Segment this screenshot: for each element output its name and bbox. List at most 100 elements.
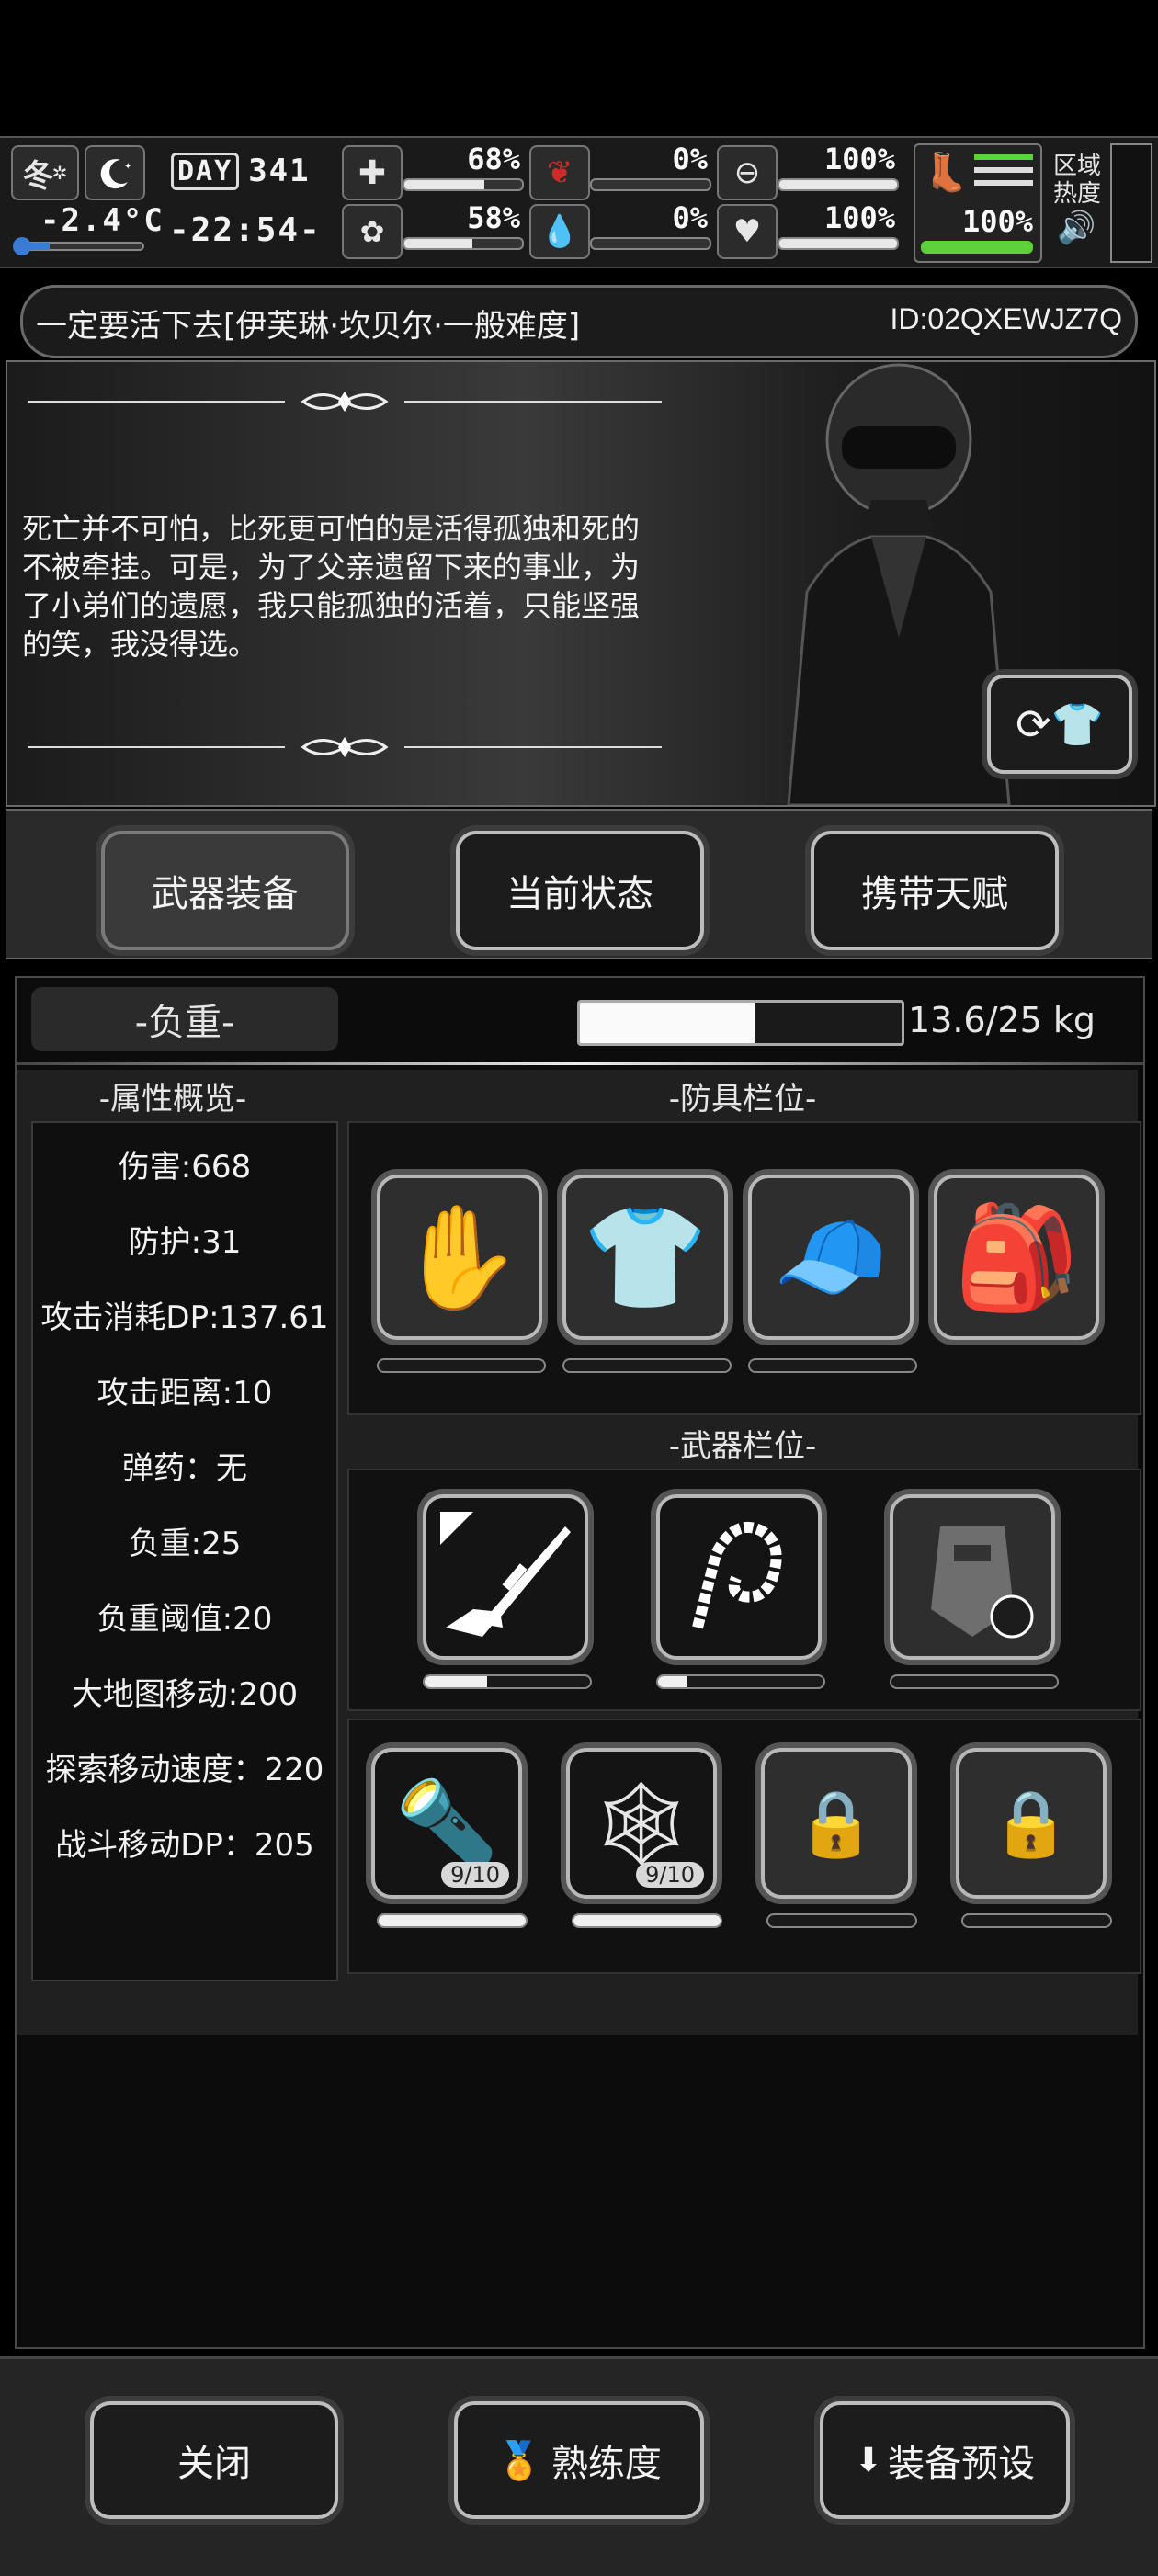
status-hud: 冬 ✲ ✦ -2.4°C DAY 341 -22:54- ✚ 68% ❦ 0% … [0,136,1158,268]
attributes-list: 伤害:668 防护:31 攻击消耗DP:137.61 攻击距离:10 弹药：无 … [31,1121,338,1981]
health-bar [403,178,524,191]
armor-slot-hat[interactable]: 🧢 [748,1175,914,1340]
change-outfit-button[interactable]: ⟳👕 [987,675,1132,774]
armor-slot-gloves[interactable]: ✋ [377,1175,542,1340]
heart-bar [778,237,899,250]
attr-explore-speed: 探索移动速度：220 [45,1752,324,1788]
proficiency-icon: 🏅 [496,2439,542,2482]
day-label: DAY [171,152,240,190]
flashlight-icon: 🔦 [394,1775,499,1872]
boot-line-1 [974,154,1033,160]
chain-whip-icon [692,1522,782,1629]
equipment-preset-button[interactable]: ⬇ 装备预设 [820,2401,1070,2519]
sniper-rifle-icon [440,1512,571,1637]
item-slot-locked-2[interactable]: 🔒 [956,1748,1107,1899]
mood-bar [403,237,524,250]
proficiency-button[interactable]: 🏅 熟练度 [454,2401,704,2519]
boots-panel: 👢 100% [914,143,1042,263]
weapon-slot-shield[interactable] [890,1494,1055,1660]
tab-status[interactable]: 当前状态 [456,831,704,950]
weapon-slot-rifle-bar [423,1674,592,1689]
ornament-bottom [28,737,662,757]
tab-bar: 武器装备 当前状态 携带天赋 [6,809,1152,959]
item-count: 9/10 [441,1862,509,1888]
hunger-bar [590,178,711,191]
locked-slot-icon: 🔒 [796,1785,877,1861]
armor-title: -防具栏位- [668,1081,817,1118]
item-slot-net-bar [572,1913,722,1928]
save-id: ID:02QXEWJZ7Q [890,302,1123,335]
zone-heat-label: 区域 热度 [1053,153,1101,208]
equipment-panel: -负重- 13.6/25 kg -属性概览- 伤害:668 防护:31 攻击消耗… [15,976,1145,2349]
armor-slot-shirt[interactable]: 👕 [562,1175,728,1340]
zone-label: 区域 [1053,153,1102,180]
weight-divider [17,1062,1143,1065]
item-slot-net[interactable]: 🕸 9/10 [566,1748,717,1899]
footer-bar: 关闭 🏅 熟练度 ⬇ 装备预设 [0,2356,1158,2576]
refresh-outfit-icon: ⟳👕 [1016,698,1104,749]
thirst-percent: 100% [823,142,895,176]
item-slots: 🔦 9/10 🕸 9/10 🔒 🔒 [347,1719,1141,1974]
shirt-icon: 👕 [582,1197,709,1316]
blood-percent: 0% [672,200,708,235]
item-slot-locked-1[interactable]: 🔒 [761,1748,912,1899]
blood-drop-icon: 💧 [529,204,590,259]
armor-slots: ✋ 👕 🧢 🎒 [347,1121,1141,1415]
armor-slot-shirt-bar [562,1358,732,1373]
attr-ammo: 弹药：无 [122,1450,247,1487]
attributes-title: -属性概览- [98,1081,247,1118]
visor-cap-icon: 🧢 [773,1203,889,1311]
thirst-bar [778,178,899,191]
weight-bar [577,1000,904,1046]
season-badge: 冬 ✲ [11,145,79,200]
weight-value: 13.6/25 kg [908,1000,1096,1040]
zone-heat-meter [1110,143,1152,263]
heart-icon: ♥ [717,204,778,259]
attr-load: 负重:25 [128,1526,242,1562]
hunger-percent: 0% [672,142,708,176]
close-button[interactable]: 关闭 [90,2401,338,2519]
weapons-title: -武器栏位- [668,1428,817,1465]
attr-attack-range: 攻击距离:10 [96,1375,273,1412]
item-count: 9/10 [636,1862,704,1888]
weapon-slot-whip[interactable] [656,1494,822,1660]
attr-load-threshold: 负重阈值:20 [96,1601,273,1638]
save-title-bar: 一定要活下去[伊芙琳·坎贝尔·一般难度] ID:02QXEWJZ7Q [20,285,1138,358]
item-slot-flashlight-bar [377,1913,528,1928]
moon-icon: ✦ [85,145,145,200]
tab-talents[interactable]: 携带天赋 [811,831,1059,950]
item-slot-flashlight[interactable]: 🔦 9/10 [371,1748,522,1899]
attr-attack-cost: 攻击消耗DP:137.61 [40,1299,329,1336]
stomach-icon: ❦ [529,145,590,200]
heart-percent: 100% [823,200,895,235]
weight-bar-fill [580,1003,755,1043]
armor-slot-gloves-bar [377,1358,546,1373]
temperature-gauge [9,237,147,255]
speaker-icon[interactable]: 🔊 [1057,210,1096,246]
armor-slot-backpack[interactable]: 🎒 [934,1175,1099,1340]
health-percent: 68% [467,142,520,176]
preset-label: 装备预设 [888,2443,1036,2485]
season-label: 冬 [22,157,54,195]
proficiency-label: 熟练度 [551,2443,662,2485]
boot-line-2 [974,167,1033,173]
mood-percent: 58% [467,200,520,235]
weapon-slot-whip-bar [656,1674,825,1689]
heat-label: 热度 [1053,180,1102,208]
boots-percent: 100% [961,204,1033,239]
armor-slot-hat-bar [748,1358,917,1373]
attr-battle-move: 战斗移动DP：205 [55,1827,314,1864]
weapon-slot-shield-bar [890,1674,1059,1689]
tab-weapons[interactable]: 武器装备 [101,831,349,950]
svg-text:✦: ✦ [124,162,131,172]
character-story-panel: 死亡并不可怕，比死更可怕的是活得孤独和死的不被牵挂。可是，为了父亲遗留下来的事业… [6,360,1156,807]
day-counter: DAY 341 [171,145,318,197]
medkit-icon: ✚ [342,145,403,200]
riot-shield-icon [931,1526,1034,1639]
blood-bar [590,237,711,250]
attr-defense: 防护:31 [128,1224,242,1261]
clock-readout: -22:54- [169,211,322,249]
attr-map-move: 大地图移动:200 [71,1676,299,1713]
weapon-slot-rifle[interactable] [423,1494,588,1660]
boot-icon: 👢 [923,152,969,194]
